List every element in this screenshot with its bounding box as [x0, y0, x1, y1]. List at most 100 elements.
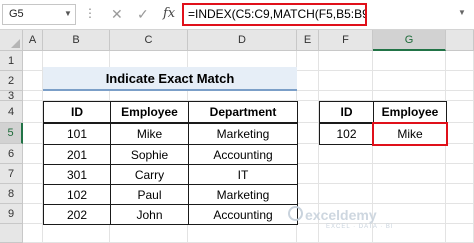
grid-cell[interactable]: [319, 164, 373, 184]
more-dots-icon[interactable]: ⋮: [84, 6, 96, 20]
table-cell[interactable]: Accounting: [188, 144, 298, 165]
row-header-3[interactable]: 3: [0, 90, 23, 102]
column-header-c[interactable]: C: [110, 30, 188, 51]
lookup-header-employee: Employee: [373, 101, 447, 124]
row-header-6[interactable]: 6: [0, 144, 23, 164]
grid-cell[interactable]: [43, 91, 110, 101]
checkmark-icon[interactable]: ✓: [137, 6, 149, 23]
grid-cell[interactable]: [446, 164, 474, 184]
table-cell[interactable]: IT: [188, 164, 298, 185]
insert-function-icon[interactable]: fx: [163, 6, 175, 21]
grid-cell[interactable]: [23, 123, 43, 144]
column-header-g[interactable]: G: [373, 30, 446, 51]
expand-formula-bar-icon[interactable]: ▼: [458, 8, 466, 17]
grid-cell[interactable]: [297, 51, 319, 71]
table-cell[interactable]: Marketing: [188, 184, 298, 205]
row-header-8[interactable]: 8: [0, 184, 23, 204]
row-header-2[interactable]: 2: [0, 71, 23, 91]
row-header-1[interactable]: 1: [0, 51, 23, 71]
grid-cell[interactable]: [446, 204, 474, 224]
grid-cell[interactable]: [297, 91, 319, 101]
table-cell[interactable]: 102: [43, 184, 111, 205]
grid-cell[interactable]: [23, 91, 43, 101]
row-header-9[interactable]: 9: [0, 204, 23, 224]
grid-cell[interactable]: [23, 224, 43, 243]
grid-cell[interactable]: [319, 184, 373, 204]
table-cell[interactable]: Paul: [110, 184, 189, 205]
table-header-employee: Employee: [110, 101, 189, 124]
grid-cell[interactable]: [297, 71, 319, 91]
grid-cell[interactable]: [23, 204, 43, 224]
grid-cell[interactable]: [319, 51, 373, 71]
column-header-a[interactable]: A: [23, 30, 43, 51]
cancel-x-icon[interactable]: ✕: [111, 6, 123, 23]
grid-cell[interactable]: [188, 91, 297, 101]
column-header-e[interactable]: E: [297, 30, 319, 51]
table-cell[interactable]: Accounting: [188, 204, 298, 225]
table-cell[interactable]: 101: [43, 123, 111, 145]
grid-cell[interactable]: [43, 224, 110, 243]
grid-cell[interactable]: [23, 184, 43, 204]
grid-cell[interactable]: [23, 164, 43, 184]
formula-input[interactable]: =INDEX(C5:C9,MATCH(F5,B5:B9)): [182, 3, 367, 26]
grid-cell[interactable]: [319, 91, 373, 101]
table-cell[interactable]: John: [110, 204, 189, 225]
grid-cell[interactable]: [373, 71, 446, 91]
grid-cell[interactable]: [446, 51, 474, 71]
chevron-down-icon[interactable]: ▼: [64, 9, 72, 18]
grid-cell[interactable]: [446, 91, 474, 101]
table-cell[interactable]: 301: [43, 164, 111, 185]
table-cell[interactable]: 201: [43, 144, 111, 165]
table-cell[interactable]: 202: [43, 204, 111, 225]
grid-cell[interactable]: [446, 123, 474, 144]
table-cell[interactable]: Marketing: [188, 123, 298, 145]
grid-cell[interactable]: [373, 164, 446, 184]
select-all-corner[interactable]: [0, 30, 23, 51]
grid-cell[interactable]: [297, 224, 319, 243]
grid-cell[interactable]: [23, 101, 43, 123]
grid-cell[interactable]: [373, 91, 446, 101]
row-header-7[interactable]: 7: [0, 164, 23, 184]
grid-cell[interactable]: [188, 224, 297, 243]
grid-cell[interactable]: [297, 101, 319, 123]
column-header-extra[interactable]: [446, 30, 474, 51]
grid-cell[interactable]: [446, 144, 474, 164]
watermark-name: exceldemy: [305, 207, 377, 223]
grid-cell[interactable]: [297, 123, 319, 144]
grid-cell[interactable]: [373, 184, 446, 204]
column-header-f[interactable]: F: [319, 30, 373, 51]
selected-result-cell[interactable]: Mike: [372, 122, 448, 146]
sheet-title: Indicate Exact Match: [43, 67, 297, 91]
formula-bar: G5 ▼ ⋮ ✕ ✓ fx =INDEX(C5:C9,MATCH(F5,B5:B…: [0, 0, 474, 30]
grid-cell[interactable]: [446, 184, 474, 204]
column-header-d[interactable]: D: [188, 30, 297, 51]
grid-cell[interactable]: [110, 224, 188, 243]
table-cell[interactable]: Mike: [110, 123, 189, 145]
grid-cell[interactable]: [23, 144, 43, 164]
lookup-header-id: ID: [319, 101, 374, 124]
table-cell[interactable]: Sophie: [110, 144, 189, 165]
grid-cell[interactable]: [110, 91, 188, 101]
grid-cell[interactable]: [446, 224, 474, 243]
grid-cell[interactable]: [446, 71, 474, 91]
grid-cell[interactable]: [446, 101, 474, 123]
grid-cell[interactable]: [297, 164, 319, 184]
lookup-id-cell[interactable]: 102: [319, 123, 374, 145]
row-header-5[interactable]: 5: [0, 123, 23, 144]
table-header-id: ID: [43, 101, 111, 124]
grid-cell[interactable]: [297, 144, 319, 164]
grid-cell[interactable]: [23, 51, 43, 71]
column-header-b[interactable]: B: [43, 30, 110, 51]
row-header-4[interactable]: 4: [0, 101, 23, 123]
grid-cell[interactable]: [373, 51, 446, 71]
row-header-10[interactable]: [0, 224, 23, 243]
grid-cell[interactable]: [319, 144, 373, 164]
grid-cell[interactable]: [23, 71, 43, 91]
table-cell[interactable]: Carry: [110, 164, 189, 185]
grid-cell[interactable]: [297, 184, 319, 204]
grid-cell[interactable]: [319, 71, 373, 91]
watermark-tagline: EXCEL · DATA · BI: [326, 224, 394, 230]
grid-cell[interactable]: [373, 144, 446, 164]
table-header-department: Department: [188, 101, 298, 124]
grid-cell[interactable]: [373, 204, 446, 224]
